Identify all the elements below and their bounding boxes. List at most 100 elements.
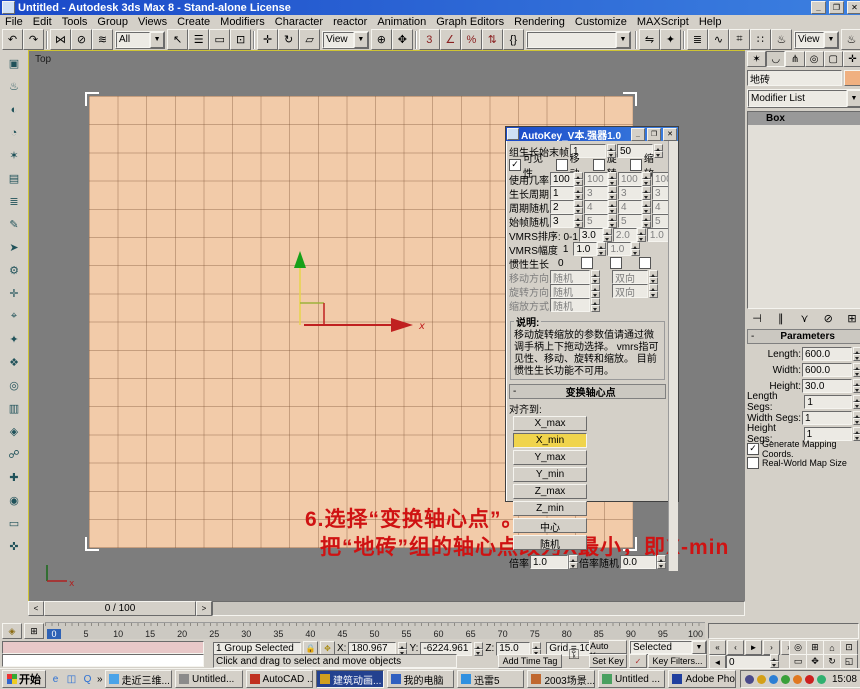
undo-icon[interactable]: ↶	[2, 29, 23, 50]
param-field[interactable]: 30.0	[802, 379, 852, 393]
zoom-region-icon[interactable]: ▭	[789, 654, 807, 669]
channel-checkbox[interactable]	[556, 159, 568, 171]
dialog-minimize-button[interactable]: _	[631, 128, 645, 141]
sparkle-icon[interactable]: ✦	[5, 330, 24, 349]
minimize-button[interactable]: _	[811, 1, 826, 14]
value-field[interactable]: 100	[550, 172, 574, 186]
parameters-rollout-header[interactable]: - Parameters	[747, 329, 860, 344]
quick-render-icon[interactable]: ♨	[841, 29, 860, 50]
generate-mapping-checkbox[interactable]	[747, 443, 759, 455]
ruler-tick[interactable]: 85	[592, 629, 606, 639]
use-pivot-center-icon[interactable]: ⊕	[371, 29, 392, 50]
select-by-name-icon[interactable]: ☰	[188, 29, 209, 50]
pivot-align-button[interactable]: Z_min	[513, 501, 587, 516]
lipstick-icon[interactable]: ✎	[5, 215, 24, 234]
spinner[interactable]	[642, 200, 651, 214]
maximize-button[interactable]: ❐	[829, 1, 844, 14]
ruler-tick[interactable]: 75	[528, 629, 542, 639]
spinner[interactable]	[597, 242, 606, 256]
value-field[interactable]: 3.0	[579, 228, 603, 242]
taskbar-task[interactable]: AutoCAD ...	[246, 670, 313, 688]
grid-icon[interactable]: ▥	[5, 399, 24, 418]
taskbar-task[interactable]: Untitled...	[175, 670, 242, 688]
configure-modifier-sets-icon[interactable]: ⊞	[844, 311, 860, 326]
menu-item[interactable]: File	[0, 16, 28, 28]
chevron-down-icon[interactable]: ▼	[150, 32, 164, 48]
select-and-rotate-icon[interactable]: ↻	[278, 29, 299, 50]
spinner[interactable]	[642, 214, 651, 228]
curve-editor-icon[interactable]: ∿	[708, 29, 729, 50]
set-key-filter-icon[interactable]: ✓	[629, 654, 647, 668]
chevron-down-icon[interactable]: ▼	[354, 32, 368, 48]
ruler-tick[interactable]: 50	[367, 629, 381, 639]
spinner[interactable]	[608, 186, 617, 200]
stack-item-box[interactable]: Box	[748, 112, 860, 125]
tab-utilities[interactable]: ✛	[843, 51, 860, 67]
menu-item[interactable]: Views	[133, 16, 172, 28]
spinner-snap-icon[interactable]: ⇅	[482, 29, 503, 50]
chevron-down-icon[interactable]: ▼	[824, 32, 838, 48]
value-field[interactable]: 5	[618, 214, 642, 228]
param-field[interactable]: 600.0	[802, 347, 852, 361]
mirror-icon[interactable]: ⇋	[639, 29, 660, 50]
taskbar-task[interactable]: 建筑动画...	[316, 670, 383, 688]
taskbar-task[interactable]: 迅雷5	[457, 670, 524, 688]
select-and-scale-icon[interactable]: ▱	[299, 29, 320, 50]
tab-hierarchy[interactable]: ⋔	[785, 51, 804, 67]
tray-shield-icon[interactable]	[757, 675, 766, 684]
align-icon[interactable]: ✦	[660, 29, 681, 50]
spinner[interactable]	[608, 200, 617, 214]
ruler-tick[interactable]: 70	[496, 629, 510, 639]
tab-modify[interactable]: ◡	[766, 51, 785, 67]
value-field[interactable]: 3	[652, 186, 668, 200]
taskbar-task[interactable]: Adobe Pho...	[668, 670, 735, 688]
spinner[interactable]	[574, 200, 583, 214]
taskbar-task[interactable]: 走近三维...	[105, 670, 172, 688]
chevron-down-icon[interactable]: ▼	[692, 641, 706, 654]
teapot-icon[interactable]: ♨	[5, 77, 24, 96]
spinner[interactable]	[591, 284, 600, 298]
menu-item[interactable]: Character	[270, 16, 328, 28]
tray-messenger-icon[interactable]	[769, 675, 778, 684]
pan-icon[interactable]: ✥	[806, 654, 824, 669]
rate-random-field[interactable]: 0.0	[620, 555, 656, 569]
rotate-direction2-field[interactable]: 双向	[612, 284, 648, 298]
spray-icon[interactable]: ➤	[5, 238, 24, 257]
object-color-swatch[interactable]	[844, 70, 860, 86]
spinner[interactable]	[607, 144, 616, 158]
value-field[interactable]: 4	[618, 200, 642, 214]
ruler-tick[interactable]: 95	[656, 629, 670, 639]
ruler-tick[interactable]: 20	[175, 629, 189, 639]
cross-icon[interactable]: ✚	[5, 468, 24, 487]
spinner[interactable]	[591, 270, 600, 284]
select-and-link-icon[interactable]: ⋈	[50, 29, 71, 50]
ruler-tick[interactable]: 55	[400, 629, 414, 639]
inertia-checkbox[interactable]	[610, 257, 622, 269]
pivot-align-button[interactable]: X_min	[513, 433, 587, 448]
ruler-tick[interactable]: 0	[47, 629, 61, 639]
key-mode-toggle-button[interactable]: ◄	[709, 655, 726, 669]
show-end-result-icon[interactable]: ∥	[773, 311, 789, 326]
taskbar-task[interactable]: Untitled ...	[598, 670, 665, 688]
chevron-down-icon[interactable]: ▼	[616, 32, 630, 48]
ruler-tick[interactable]: 100	[688, 629, 703, 639]
spinner[interactable]	[853, 347, 860, 361]
taskbar-task[interactable]: 2003场景...	[527, 670, 594, 688]
param-field[interactable]: 1	[802, 411, 852, 425]
viewport-label[interactable]: Top	[35, 54, 51, 65]
real-world-checkbox[interactable]	[747, 457, 759, 469]
previous-frame-button[interactable]: ‹	[727, 640, 744, 655]
select-and-manipulate-icon[interactable]: ✥	[392, 29, 413, 50]
go-to-start-button[interactable]: «	[709, 640, 726, 655]
rate-field[interactable]: 1.0	[530, 555, 568, 569]
arc-rotate-icon[interactable]: ↻	[823, 654, 841, 669]
angle-snap-icon[interactable]: ∠	[440, 29, 461, 50]
spinner[interactable]	[608, 172, 617, 186]
sphere-icon[interactable]: ◐	[5, 100, 24, 119]
ruler-tick[interactable]: 30	[239, 629, 253, 639]
render-scene-icon[interactable]: ♨	[771, 29, 792, 50]
reference-coordinate-dropdown[interactable]: View▼	[322, 31, 369, 49]
schematic-view-icon[interactable]: ⌗	[729, 29, 750, 50]
object-name-field[interactable]: 地砖	[747, 70, 842, 86]
ruler-tick[interactable]: 90	[624, 629, 638, 639]
